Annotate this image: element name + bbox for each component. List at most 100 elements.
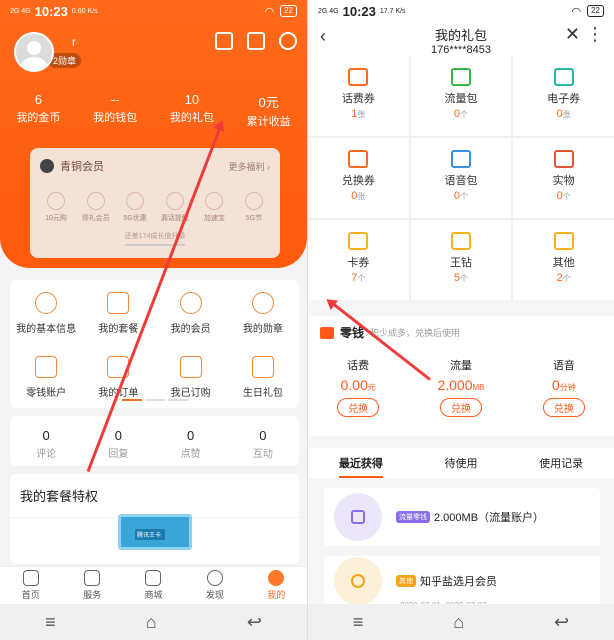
stat-value: 6: [34, 92, 42, 107]
gift-category-item[interactable]: 流量包 0个: [410, 56, 512, 136]
tab-pending[interactable]: 待使用: [444, 455, 477, 471]
menu-my-plan[interactable]: 我的套餐: [82, 280, 154, 344]
tab-label: 首页: [21, 590, 40, 600]
close-icon[interactable]: ✕: [565, 24, 580, 45]
tab-discover[interactable]: 发现: [206, 567, 224, 604]
change-label: 流量: [449, 360, 472, 372]
exchange-button[interactable]: 兑换: [542, 398, 585, 417]
count-likes[interactable]: 0 点赞: [181, 416, 201, 466]
data-icon-bubble: [334, 493, 382, 541]
tab-service[interactable]: 服务: [83, 567, 101, 604]
tab-recent[interactable]: 最近获得: [338, 455, 383, 478]
gift-category-item[interactable]: 电子券 0张: [513, 56, 614, 136]
cake-icon: [251, 356, 274, 378]
menu-change-account[interactable]: 零钱账户: [10, 344, 82, 408]
tab-history[interactable]: 使用记录: [539, 455, 583, 471]
perk-item[interactable]: 5G节: [238, 192, 270, 223]
gift-category-grid: 话费券 1张 流量包 0个 电子券 0张 兑换券 0张 语音包 0个 实物 0个 卡券 7个 王钻 5个 其他 2…: [308, 56, 614, 300]
menu-my-medal[interactable]: 我的勋章: [227, 280, 299, 344]
stat-gift-pack[interactable]: 10 我的礼包: [170, 92, 214, 129]
stat-coins[interactable]: 6 我的金币: [16, 92, 60, 129]
gift-pack-screen: 2G 4G 10:23 17.7 K/s ◠ 22 ‹ 我的礼包 176****845…: [308, 0, 614, 640]
record-item[interactable]: 流量零钱 2.000MB（流量账户）: [324, 488, 600, 546]
change-unit: 元: [367, 383, 376, 392]
menu-label: 我的会员: [170, 324, 211, 335]
clock: 10:23: [34, 3, 68, 19]
gift-category-icon: [450, 232, 471, 250]
gift-category-item[interactable]: 王钻 5个: [410, 220, 512, 300]
gift-category-name: 语音包: [444, 175, 478, 187]
count-replies[interactable]: 0 回复: [108, 416, 128, 466]
menu-nav-icon[interactable]: ≡: [45, 612, 56, 633]
perk-item[interactable]: 10元购: [40, 192, 72, 223]
count-value: 0: [259, 428, 267, 443]
home-nav-icon[interactable]: ⌂: [453, 612, 464, 633]
count-value: 0: [187, 428, 195, 443]
menu-label: 我的勋章: [242, 324, 283, 335]
username: r: [72, 35, 76, 49]
king-card-image[interactable]: 腾讯王卡: [118, 514, 192, 550]
perk-icon: [86, 192, 105, 210]
count-interactions[interactable]: 0 互动: [253, 416, 273, 466]
stat-wallet[interactable]: -- 我的钱包: [93, 92, 137, 129]
member-level-icon: [40, 159, 54, 173]
gift-category-count: 0个: [453, 108, 469, 120]
stat-earnings[interactable]: 0元 累计收益: [247, 92, 291, 129]
menu-nav-icon[interactable]: ≡: [353, 612, 364, 633]
gift-category-item[interactable]: 其他 2个: [513, 220, 614, 300]
gift-category-icon: [348, 150, 369, 168]
menu-birthday-gift[interactable]: 生日礼包: [227, 344, 299, 408]
home-icon: [22, 570, 39, 586]
count-value: 0: [114, 428, 122, 443]
perk-item[interactable]: 领礼会员: [80, 192, 112, 223]
perk-icon: [205, 192, 224, 210]
more-menu-icon[interactable]: ⋮: [586, 24, 604, 45]
package-privileges: 我的套餐特权 腾讯王卡: [10, 474, 299, 564]
gift-category-item[interactable]: 语音包 0个: [410, 138, 512, 218]
count-comments[interactable]: 0 评论: [36, 416, 56, 466]
other-icon-bubble: [334, 557, 382, 605]
screenshot-root: 2G 4G 10:23 0.60 K/s ◠ 22 r 2勋章 6 我的金币 -- 我的钱…: [0, 0, 614, 640]
crown-icon: [179, 292, 202, 314]
section-title: 我的套餐特权: [10, 474, 299, 518]
gift-category-item[interactable]: 实物 0个: [513, 138, 614, 218]
change-unit: 分钟: [559, 383, 576, 392]
tab-mine[interactable]: 我的: [267, 567, 285, 604]
gift-category-item[interactable]: 话费券 1张: [308, 56, 409, 136]
message-icon[interactable]: [247, 32, 265, 50]
status-bar: 2G 4G 10:23 17.7 K/s ◠ 22: [308, 0, 614, 22]
tab-label: 我的: [267, 590, 286, 600]
menu-basic-info[interactable]: 我的基本信息: [10, 280, 82, 344]
back-arrow-icon[interactable]: ‹: [320, 26, 326, 47]
back-nav-icon[interactable]: ↩: [247, 612, 262, 633]
gift-category-item[interactable]: 卡券 7个: [308, 220, 409, 300]
wifi-icon: ◠: [264, 5, 275, 18]
tab-mall[interactable]: 商城: [144, 567, 162, 604]
menu-label: 我的基本信息: [16, 324, 77, 335]
user-icon: [35, 292, 58, 314]
record-item[interactable]: 其他 知乎盐选月会员 2020-07-01~2020-07-07: [324, 556, 600, 610]
settings-gear-icon[interactable]: [279, 32, 297, 50]
gift-category-name: 其他: [552, 257, 575, 269]
gift-category-count: 0个: [556, 190, 571, 202]
exchange-button[interactable]: 兑换: [439, 398, 482, 417]
more-benefits-link[interactable]: 更多福利 ›: [229, 160, 271, 173]
stat-label: 我的金币: [16, 112, 61, 124]
tab-home[interactable]: 首页: [22, 567, 40, 604]
perk-item[interactable]: 5G优惠: [119, 192, 151, 223]
gift-category-item[interactable]: 兑换券 0张: [308, 138, 409, 218]
profile-block[interactable]: r 2勋章: [14, 32, 82, 72]
membership-card[interactable]: 青铜会员 更多福利 › 10元购 领礼会员 5G优惠 漏话提醒 加速宝 5G节 …: [30, 148, 280, 258]
perk-label: 领礼会员: [81, 215, 110, 222]
home-nav-icon[interactable]: ⌂: [146, 612, 157, 633]
exchange-button[interactable]: 兑换: [337, 398, 380, 417]
network-indicator: 2G 4G: [10, 7, 31, 15]
perk-list: 10元购 领礼会员 5G优惠 漏话提醒 加速宝 5G节: [30, 174, 280, 223]
calendar-icon[interactable]: [215, 32, 233, 50]
perk-item[interactable]: 加速宝: [198, 192, 230, 223]
menu-my-member[interactable]: 我的会员: [155, 280, 227, 344]
gift-category-icon: [553, 232, 574, 250]
battery-icon: 22: [280, 5, 297, 17]
avatar[interactable]: [14, 32, 54, 72]
back-nav-icon[interactable]: ↩: [554, 612, 569, 633]
